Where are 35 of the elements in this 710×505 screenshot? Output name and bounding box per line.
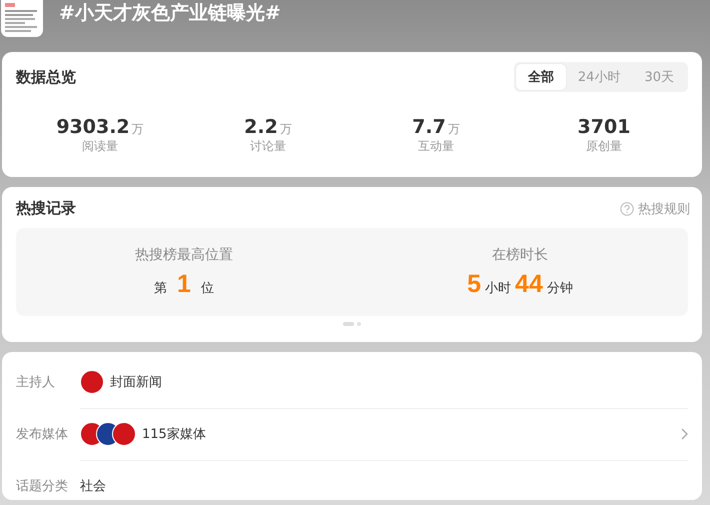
record-label: 热搜榜最高位置	[134, 246, 234, 264]
stat-label: 原创量	[585, 138, 623, 155]
record-unit: 小时	[485, 280, 512, 296]
info-label: 主持人	[16, 374, 56, 391]
record-unit: 位	[200, 280, 214, 296]
stat-value: 9303.2	[56, 116, 130, 138]
stat-value: 7.7	[412, 116, 446, 138]
topic-title: #小天才灰色产业链曝光#	[59, 1, 281, 26]
record-unit: 分钟	[546, 280, 573, 296]
stat-value: 3701	[578, 116, 630, 138]
rules-link[interactable]: 热搜规则	[620, 200, 690, 218]
range-tab[interactable]: 全部	[516, 64, 566, 90]
section-title: 热搜记录	[16, 199, 76, 218]
range-tab[interactable]: 30天	[632, 64, 686, 90]
stat-label: 讨论量	[249, 138, 287, 155]
stat-unit: 万	[448, 121, 460, 138]
info-label: 话题分类	[16, 478, 69, 495]
record-unit: 第	[154, 280, 168, 296]
info-value: 社会	[80, 478, 106, 495]
chevron-right-icon[interactable]	[681, 428, 688, 440]
stat-label: 互动量	[417, 138, 455, 155]
record-number: 1	[177, 270, 191, 298]
range-tab[interactable]: 24小时	[566, 64, 632, 90]
info-value: 115家媒体	[142, 426, 206, 442]
stat-unit: 万	[280, 121, 292, 138]
info-value: 封面新闻	[110, 374, 162, 390]
record-label: 在榜时长	[491, 246, 549, 264]
record-number: 44	[515, 270, 543, 298]
stat-unit: 万	[132, 121, 144, 138]
record-number: 5	[467, 270, 482, 298]
stat-label: 阅读量	[81, 138, 119, 155]
section-title: 数据总览	[16, 68, 76, 86]
info-label: 发布媒体	[16, 426, 69, 443]
help-icon	[620, 202, 634, 216]
stat-value: 2.2	[244, 116, 278, 138]
